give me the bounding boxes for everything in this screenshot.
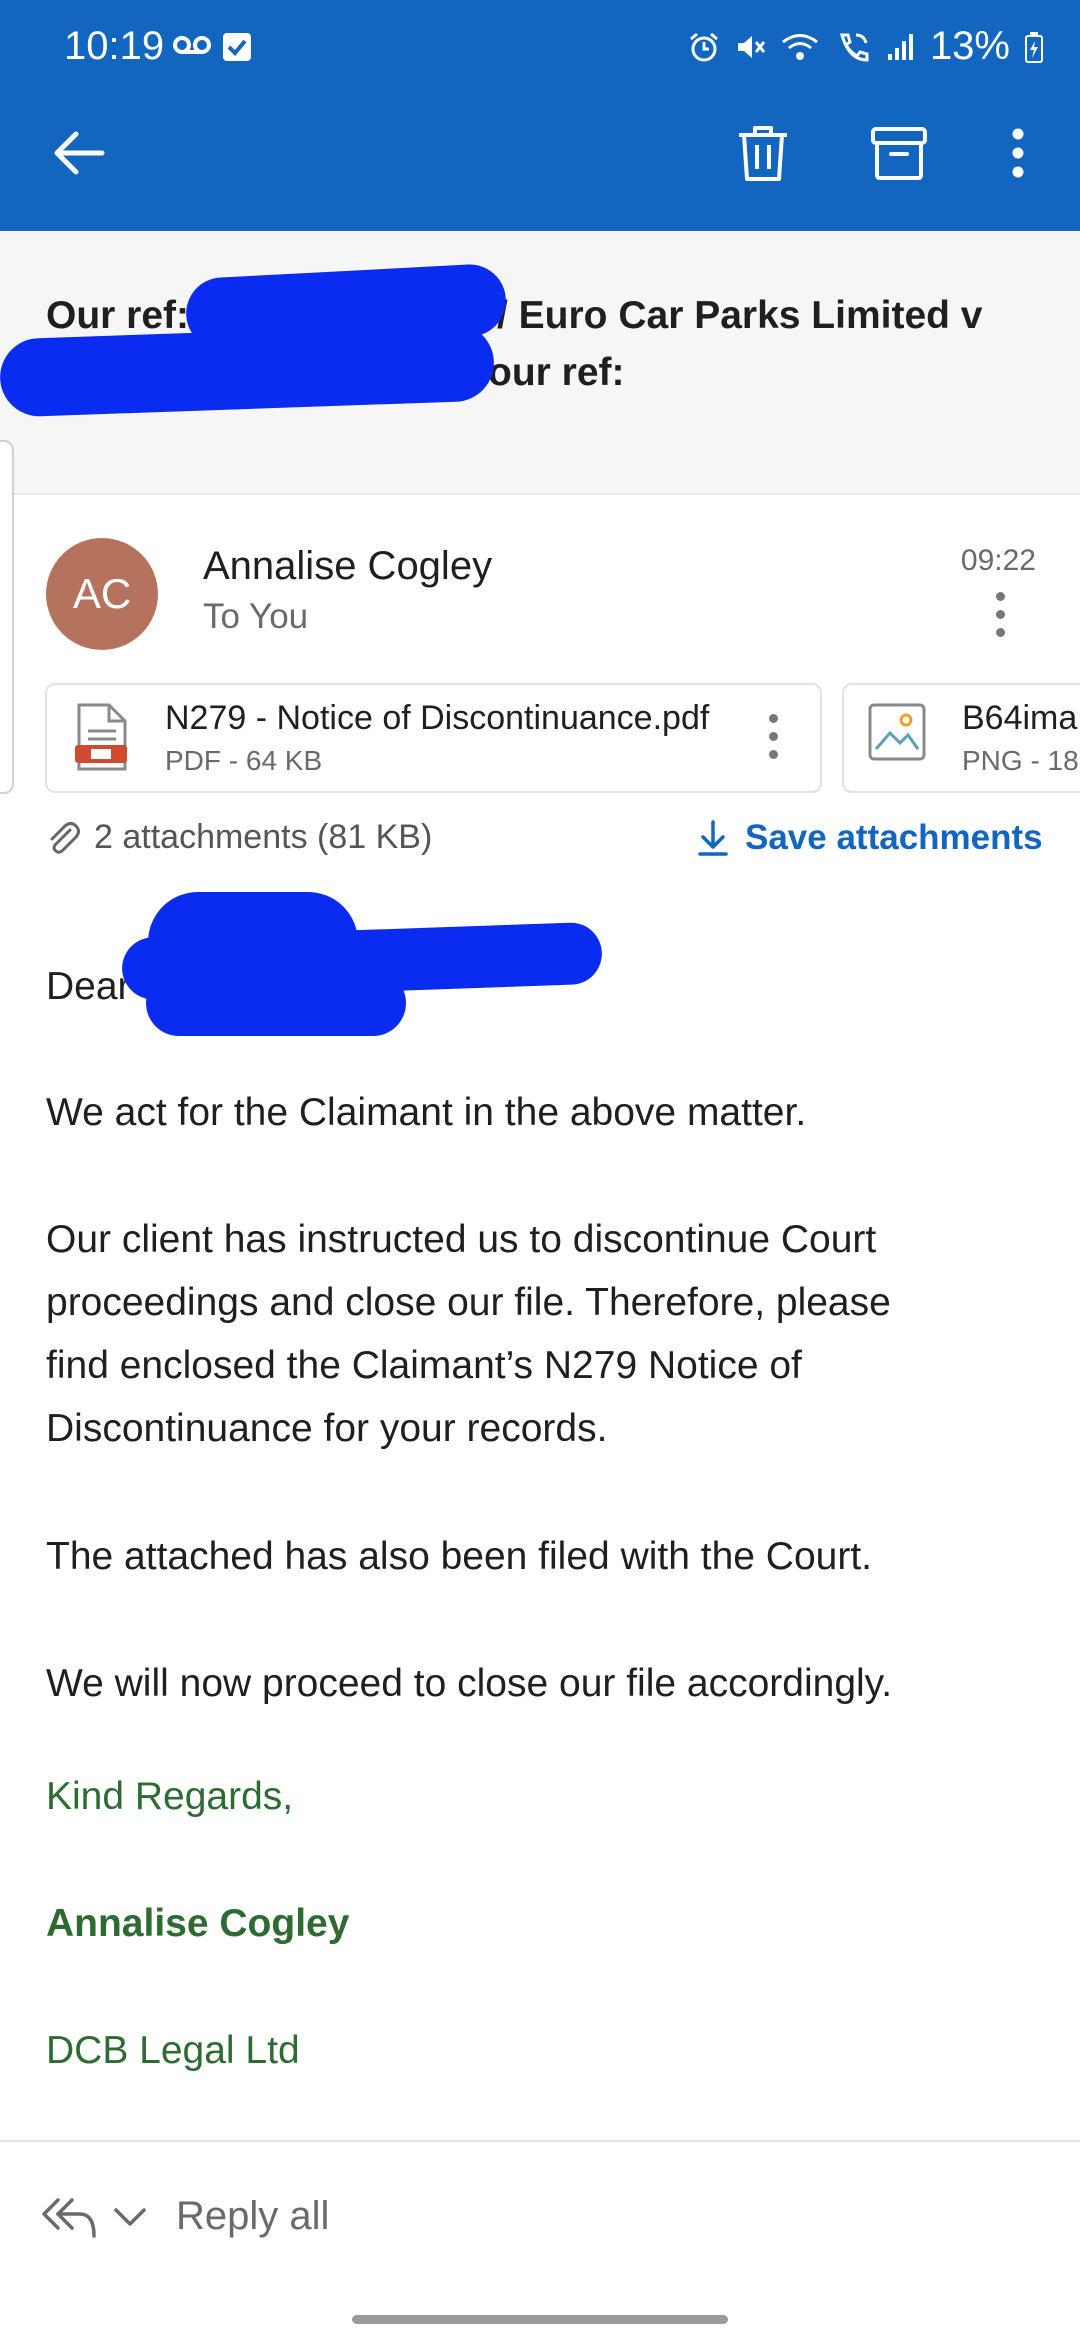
reply-all-label[interactable]: Reply all [176, 2194, 329, 2239]
body-line: Our client has instructed us to disconti… [46, 1218, 877, 1261]
download-icon [698, 820, 728, 856]
signature-closing: Kind Regards, [46, 1775, 294, 1818]
attachment-meta: PDF - 64 KB [165, 745, 323, 776]
reply-options-button[interactable] [110, 2200, 150, 2239]
wifi-calling-icon [839, 33, 869, 62]
status-icons: 13% [688, 24, 1044, 69]
battery-icon [1025, 31, 1043, 63]
avatar[interactable]: AC [46, 538, 158, 650]
wifi-icon [782, 33, 818, 60]
more-dot-icon [769, 750, 778, 759]
subject-header: Our ref: / Euro Car Parks Limited v our … [0, 231, 1080, 495]
conversation-rail [0, 440, 14, 794]
body-line: proceedings and close our file. Therefor… [46, 1281, 891, 1324]
more-dot-icon [769, 714, 778, 723]
attachment-card-png[interactable]: B64ima PNG - 18 [842, 683, 1080, 793]
back-button[interactable] [48, 122, 110, 184]
image-file-icon [868, 703, 926, 761]
back-arrow-icon [54, 131, 105, 175]
signal-icon [887, 33, 913, 60]
signature-name: Annalise Cogley [46, 1902, 350, 1945]
pdf-file-icon [75, 703, 127, 771]
trash-icon [739, 126, 787, 181]
save-attachments-label: Save attachments [745, 818, 1043, 857]
more-dot-icon [996, 592, 1005, 601]
attachment-more-button[interactable] [769, 714, 778, 759]
body-paragraph-2: Our client has instructed us to disconti… [46, 1208, 1046, 1460]
subject-line-1-start: Our ref: [46, 294, 190, 337]
more-dot-icon [996, 610, 1005, 619]
attachment-count: 2 attachments (81 KB) [94, 818, 433, 856]
more-options-button[interactable] [983, 118, 1053, 188]
body-paragraph-1: We act for the Claimant in the above mat… [46, 1091, 807, 1134]
alarm-icon [689, 32, 718, 61]
chevron-down-icon [114, 2208, 146, 2226]
app-bar: 10:19 13% [0, 0, 1080, 231]
attachment-meta: PNG - 18 [962, 745, 1079, 776]
save-attachments-button[interactable]: Save attachments [697, 818, 1043, 858]
body-line: find enclosed the Claimant’s N279 Notice… [46, 1344, 802, 1387]
status-time: 10:19 [64, 24, 165, 68]
message-more-button[interactable] [996, 592, 1005, 637]
reply-all-button[interactable] [40, 2196, 98, 2245]
footer-divider [0, 2140, 1080, 2142]
more-dot-icon [769, 732, 778, 741]
more-vertical-icon [1012, 128, 1024, 178]
signature-company: DCB Legal Ltd [46, 2029, 300, 2072]
reply-all-icon [42, 2198, 96, 2238]
sender-name[interactable]: Annalise Cogley [203, 544, 492, 589]
subject-line-2-end: our ref: [488, 351, 625, 394]
voicemail-icon [173, 36, 211, 54]
battery-percent: 13% [929, 24, 1010, 68]
attachment-summary: 2 attachments (81 KB) [46, 818, 432, 857]
more-dot-icon [996, 628, 1005, 637]
attachment-name: N279 - Notice of Discontinuance.pdf [165, 699, 710, 737]
subject-line-1-end: / Euro Car Parks Limited v [497, 294, 983, 337]
delete-button[interactable] [728, 118, 798, 188]
body-paragraph-3: The attached has also been filed with th… [46, 1535, 873, 1578]
body-paragraph-4: We will now proceed to close our file ac… [46, 1662, 893, 1705]
sent-time: 09:22 [960, 544, 1036, 577]
body-line: Discontinuance for your records. [46, 1407, 608, 1450]
attachment-card-pdf[interactable]: N279 - Notice of Discontinuance.pdf PDF … [45, 683, 822, 793]
archive-icon [871, 127, 927, 180]
paperclip-icon [50, 821, 80, 854]
archive-button[interactable] [864, 118, 934, 188]
redaction-mark [0, 322, 496, 418]
mute-icon [737, 35, 766, 58]
attachment-name: B64ima [962, 699, 1078, 737]
checkbox-icon [223, 33, 251, 61]
home-indicator[interactable] [352, 2315, 728, 2324]
redaction-mark [146, 970, 406, 1036]
recipient-line[interactable]: To You [203, 597, 308, 637]
